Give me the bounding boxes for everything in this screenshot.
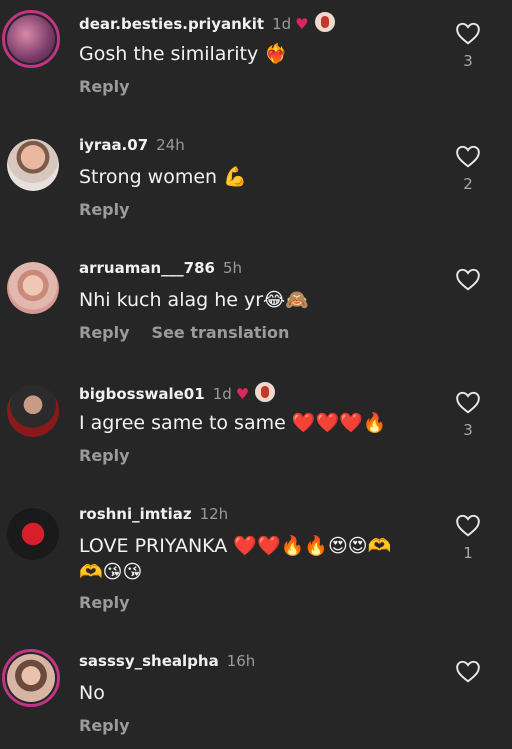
like-heart-icon[interactable] <box>455 390 481 414</box>
timestamp: 1d <box>212 385 232 403</box>
like-count: 2 <box>463 175 473 193</box>
username[interactable]: arruaman___786 <box>79 259 215 277</box>
timestamp: 1d <box>272 15 292 33</box>
timestamp: 24h <box>156 136 185 154</box>
comment-header: iyraa.07 24h <box>79 136 185 154</box>
avatar[interactable] <box>7 139 59 191</box>
creator-avatar <box>255 382 276 402</box>
username[interactable]: iyraa.07 <box>79 136 148 154</box>
reply-button[interactable]: Reply <box>79 716 130 735</box>
like-count: 1 <box>463 544 473 562</box>
avatar[interactable] <box>2 10 60 68</box>
timestamp: 12h <box>199 505 229 523</box>
username[interactable]: sasssy_shealpha <box>79 652 219 670</box>
reply-button[interactable]: Reply <box>79 77 130 96</box>
comment-text-line2: 🫶😘😘 <box>79 561 143 583</box>
like-heart-icon[interactable] <box>455 144 481 168</box>
comment-header: roshni_imtiaz 12h <box>79 505 228 523</box>
reply-button[interactable]: Reply <box>79 593 130 612</box>
comment-text: Nhi kuch alag he yr😂🙈 <box>79 289 309 311</box>
timestamp: 16h <box>226 652 256 670</box>
reply-button[interactable]: Reply <box>79 446 130 465</box>
reply-button[interactable]: Reply <box>79 323 130 342</box>
like-heart-icon[interactable] <box>455 659 481 683</box>
username[interactable]: roshni_imtiaz <box>79 505 192 523</box>
reply-row: Reply See translation <box>79 323 289 342</box>
like-heart-icon[interactable] <box>455 513 481 537</box>
comment-header: sasssy_shealpha 16h <box>79 652 255 670</box>
creator-avatar <box>314 12 335 32</box>
timestamp: 5h <box>222 259 243 277</box>
creator-heart-icon: ♥ <box>235 385 250 403</box>
comment-text: Strong women 💪 <box>79 166 247 188</box>
avatar[interactable] <box>7 508 59 560</box>
reply-button[interactable]: Reply <box>79 200 130 219</box>
comment-text: No <box>79 682 105 704</box>
see-translation-button[interactable]: See translation <box>152 323 290 342</box>
like-heart-icon[interactable] <box>455 267 481 291</box>
username[interactable]: dear.besties.priyankit <box>79 15 264 33</box>
comment-text: LOVE PRIYANKA ❤️❤️🔥🔥😍😍🫶 <box>79 535 392 557</box>
avatar[interactable] <box>7 262 59 314</box>
like-heart-icon[interactable] <box>455 21 481 45</box>
comment-header: bigbosswale01 1d ♥ <box>79 382 276 403</box>
creator-heart-icon: ♥ <box>295 15 309 33</box>
username[interactable]: bigbosswale01 <box>79 385 205 403</box>
avatar[interactable] <box>2 649 60 707</box>
comment-text: Gosh the similarity ❤️‍🔥 <box>79 43 288 65</box>
like-count: 3 <box>463 52 473 70</box>
avatar[interactable] <box>7 385 59 437</box>
comment-header: dear.besties.priyankit 1d ♥ <box>79 12 335 33</box>
like-count: 3 <box>463 421 473 439</box>
comment-header: arruaman___786 5h <box>79 259 242 277</box>
comment-text: I agree same to same ❤️❤️❤️🔥 <box>79 412 387 434</box>
